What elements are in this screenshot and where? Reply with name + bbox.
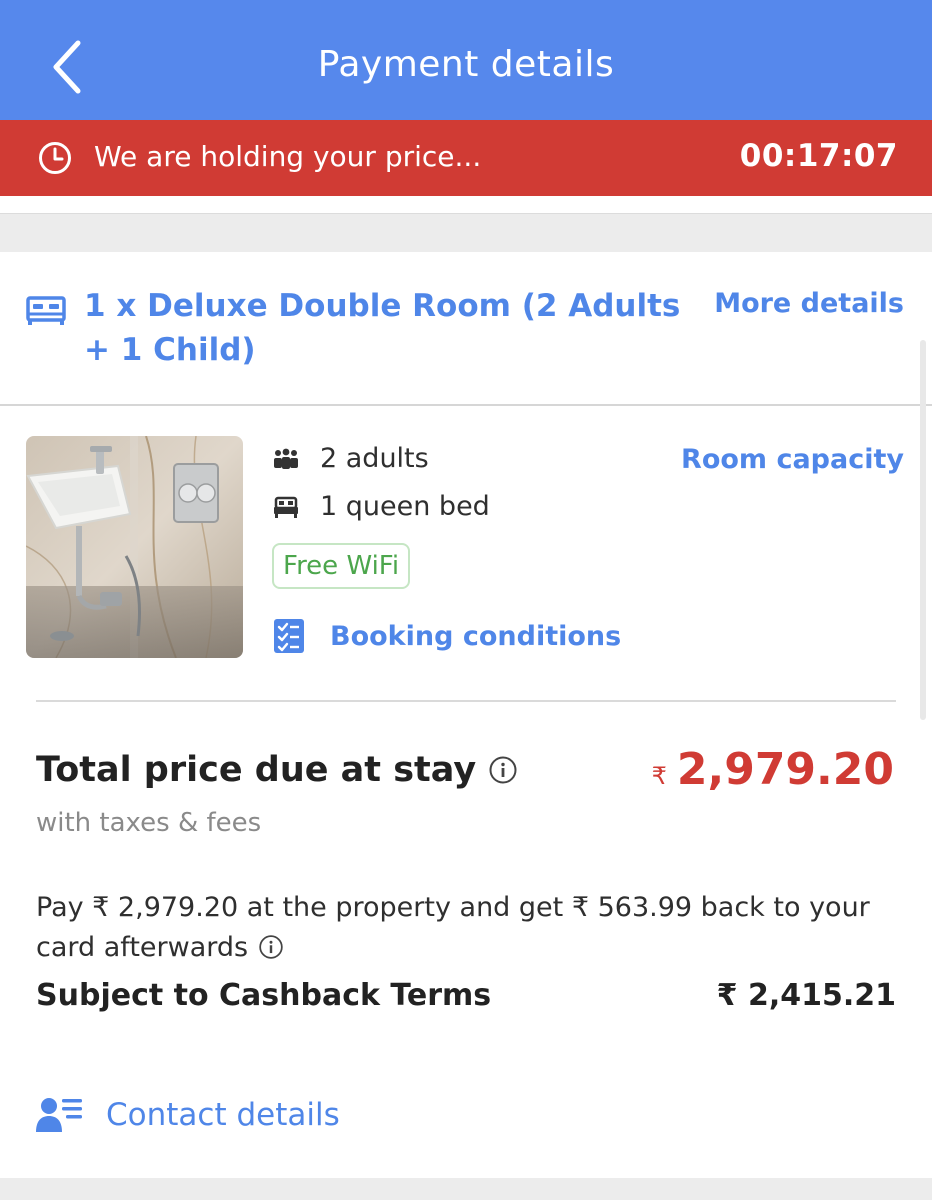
app-header: Payment details <box>0 0 932 120</box>
bed-icon <box>26 296 66 325</box>
section-gap <box>0 214 932 252</box>
room-photo[interactable] <box>26 436 243 658</box>
free-wifi-badge: Free WiFi <box>272 543 411 589</box>
cashback-note-text: Pay ₹ 2,979.20 at the property and get ₹… <box>36 892 870 963</box>
cashback-note: Pay ₹ 2,979.20 at the property and get ₹… <box>36 888 896 968</box>
section-gap <box>0 1178 932 1200</box>
price-hold-banner: We are holding your price... 00:17:07 <box>0 120 932 196</box>
total-price: ₹ 2,979.20 <box>652 744 894 795</box>
room-title: 1 x Deluxe Double Room (2 Adults + 1 Chi… <box>84 288 681 368</box>
divider <box>36 700 896 702</box>
section-edge <box>0 196 932 214</box>
hold-message: We are holding your price... <box>94 140 482 173</box>
info-icon[interactable] <box>488 755 518 785</box>
total-amount: 2,979.20 <box>676 744 894 795</box>
more-details-link[interactable]: More details <box>714 288 904 319</box>
bed-text: 1 queen bed <box>320 491 490 522</box>
bed-row: 1 queen bed <box>272 491 490 522</box>
total-price-label-text: Total price due at stay <box>36 750 477 790</box>
taxes-note: with taxes & fees <box>36 808 262 838</box>
room-capacity-link[interactable]: Room capacity <box>681 444 904 475</box>
queen-bed-icon <box>274 496 298 518</box>
contact-details-link[interactable]: Contact details <box>36 1096 340 1134</box>
contact-details-label: Contact details <box>106 1097 340 1133</box>
currency-symbol: ₹ <box>651 762 667 790</box>
room-summary-card: 1 x Deluxe Double Room (2 Adults + 1 Chi… <box>0 252 932 406</box>
booking-conditions-link[interactable]: Booking conditions <box>274 619 621 653</box>
clock-icon <box>39 142 71 174</box>
checklist-icon <box>274 619 304 653</box>
scrollbar[interactable] <box>920 340 926 720</box>
cashback-net-price: ₹ 2,415.21 <box>716 978 896 1013</box>
booking-conditions-label: Booking conditions <box>330 620 622 652</box>
info-icon[interactable] <box>258 934 284 960</box>
hold-timer: 00:17:07 <box>739 138 898 174</box>
page-title: Payment details <box>317 44 615 85</box>
capacity-row: 2 adults <box>272 443 429 474</box>
capacity-text: 2 adults <box>320 443 429 474</box>
total-price-label: Total price due at stay <box>36 750 518 790</box>
contact-card-icon <box>36 1098 82 1132</box>
people-icon <box>274 448 298 469</box>
cashback-terms-label: Subject to Cashback Terms <box>36 978 492 1013</box>
